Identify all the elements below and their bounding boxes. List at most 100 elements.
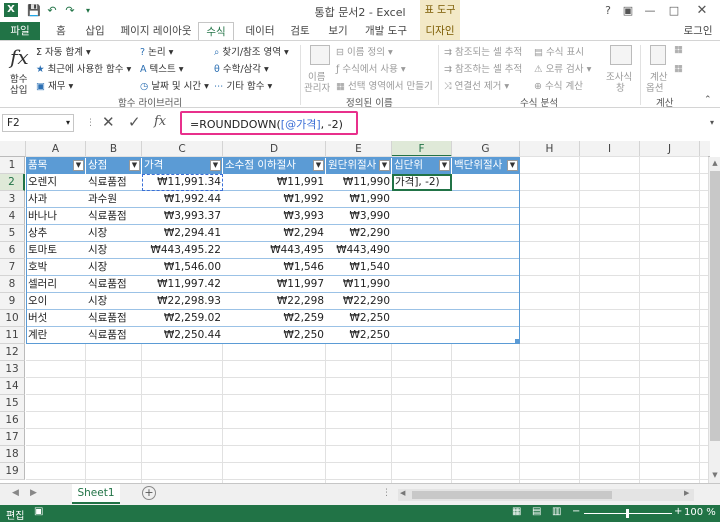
row-header[interactable]: 2 (0, 174, 25, 191)
table-cell[interactable] (392, 191, 452, 208)
tab-home[interactable]: 홈 (46, 22, 76, 40)
logical-button[interactable]: ? 논리 ▾ (140, 44, 173, 58)
table-cell[interactable]: 식료품점 (86, 208, 142, 225)
table-cell[interactable]: ₩22,298.93 (142, 293, 223, 310)
table-cell[interactable] (452, 293, 520, 310)
calc-options-label-2[interactable]: 옵션 (646, 80, 663, 94)
scroll-left-icon[interactable]: ◀ (400, 489, 405, 497)
column-header-k[interactable] (700, 141, 710, 157)
tab-data[interactable]: 데이터 (240, 22, 280, 40)
table-cell[interactable] (392, 242, 452, 259)
column-header-d[interactable]: D (223, 141, 326, 157)
zoom-in-icon[interactable]: + (674, 506, 682, 517)
table-cell[interactable]: 시장 (86, 242, 142, 259)
insert-function-fx-icon[interactable]: fx (154, 114, 166, 129)
filter-dropdown-icon[interactable]: ▼ (210, 160, 221, 171)
table-cell[interactable] (452, 191, 520, 208)
table-cell[interactable]: 식료품점 (86, 310, 142, 327)
table-cell[interactable] (452, 208, 520, 225)
table-cell[interactable] (452, 310, 520, 327)
row-header[interactable]: 3 (0, 191, 25, 208)
table-cell[interactable]: ₩11,997 (223, 276, 326, 293)
remove-arrows-button[interactable]: ⤨ 연결선 제거 ▾ (444, 78, 509, 92)
add-sheet-icon[interactable]: + (142, 486, 156, 500)
select-all-corner[interactable] (0, 141, 26, 157)
table-cell[interactable]: ₩2,294 (223, 225, 326, 242)
filter-dropdown-icon[interactable]: ▼ (313, 160, 324, 171)
collapse-ribbon-icon[interactable]: ⌃ (704, 95, 712, 105)
calculator-icon[interactable] (650, 45, 666, 65)
trace-precedents-button[interactable]: ⇉ 참조되는 셀 추적 (444, 44, 522, 58)
column-header-i[interactable]: I (580, 141, 640, 157)
table-cell[interactable]: ₩11,997.42 (142, 276, 223, 293)
table-cell[interactable] (392, 208, 452, 225)
scroll-up-icon[interactable]: ▲ (710, 159, 720, 167)
horizontal-scrollbar[interactable]: ◀ ▶ (398, 489, 694, 501)
row-header[interactable]: 14 (0, 378, 25, 395)
table-cell[interactable] (452, 259, 520, 276)
row-header[interactable]: 11 (0, 327, 25, 344)
row-header[interactable]: 19 (0, 463, 25, 480)
table-header-cell[interactable]: 소수점 이하절사 ▼ (223, 157, 326, 174)
evaluate-formula-button[interactable]: ⊕ 수식 계산 (534, 78, 583, 92)
enter-icon[interactable]: ✓ (128, 113, 141, 131)
filter-dropdown-icon[interactable]: ▼ (507, 160, 518, 171)
table-cell[interactable]: 과수원 (86, 191, 142, 208)
tab-page-layout[interactable]: 페이지 레이아웃 (116, 22, 196, 40)
table-header-cell[interactable]: 상점 ▼ (86, 157, 142, 174)
row-header[interactable]: 8 (0, 276, 25, 293)
text-button[interactable]: A 텍스트 ▾ (140, 61, 184, 75)
column-header-h[interactable]: H (520, 141, 580, 157)
recent-functions-button[interactable]: ★ 최근에 사용한 함수 ▾ (36, 61, 131, 75)
watch-window-label-2[interactable]: 창 (616, 80, 625, 94)
table-cell[interactable]: 상추 (26, 225, 86, 242)
tab-developer[interactable]: 개발 도구 (360, 22, 412, 40)
row-header[interactable]: 4 (0, 208, 25, 225)
sheet-options-icon[interactable]: ⋮ (382, 488, 391, 498)
lookup-button[interactable]: ⌕ 찾기/참조 영역 ▾ (214, 44, 289, 58)
table-cell[interactable]: 사과 (26, 191, 86, 208)
macro-record-icon[interactable]: ▣ (34, 506, 43, 517)
table-header-cell[interactable]: 십단위 ▼ (392, 157, 452, 174)
show-formulas-button[interactable]: ▤ 수식 표시 (534, 44, 584, 58)
row-header[interactable]: 13 (0, 361, 25, 378)
filter-dropdown-icon[interactable]: ▼ (379, 160, 390, 171)
table-cell[interactable]: 토마토 (26, 242, 86, 259)
table-cell[interactable]: 계란 (26, 327, 86, 344)
table-cell[interactable]: 식료품점 (86, 276, 142, 293)
table-header-cell[interactable]: 원단위절사 ▼ (326, 157, 392, 174)
table-cell[interactable]: ₩443,495.22 (142, 242, 223, 259)
next-sheet-icon[interactable]: ▶ (30, 488, 37, 498)
row-header[interactable]: 7 (0, 259, 25, 276)
table-cell[interactable]: ₩22,298 (223, 293, 326, 310)
tab-insert[interactable]: 삽입 (80, 22, 110, 40)
table-cell[interactable]: 시장 (86, 225, 142, 242)
filter-dropdown-icon[interactable]: ▼ (129, 160, 140, 171)
table-cell[interactable] (452, 225, 520, 242)
scroll-right-icon[interactable]: ▶ (684, 489, 689, 497)
table-cell[interactable]: ₩11,991 (223, 174, 326, 191)
table-cell[interactable]: 식료품점 (86, 327, 142, 344)
table-cell[interactable] (452, 242, 520, 259)
table-header-cell[interactable]: 품목 ▼ (26, 157, 86, 174)
watch-window-icon[interactable] (610, 45, 632, 65)
table-cell[interactable]: ₩1,546 (223, 259, 326, 276)
row-header[interactable]: 17 (0, 429, 25, 446)
column-header-j[interactable]: J (640, 141, 700, 157)
name-manager-label-2[interactable]: 관리자 (304, 80, 330, 94)
table-cell[interactable]: 호박 (26, 259, 86, 276)
row-header[interactable]: 5 (0, 225, 25, 242)
sheet-tab-sheet1[interactable]: Sheet1 (72, 484, 120, 504)
column-header-b[interactable]: B (86, 141, 142, 157)
column-header-f[interactable]: F (392, 141, 452, 157)
table-cell[interactable] (392, 327, 452, 344)
table-cell[interactable]: ₩2,250 (223, 327, 326, 344)
table-cell[interactable] (392, 293, 452, 310)
financial-button[interactable]: ▣ 재무 ▾ (36, 78, 73, 92)
table-cell[interactable]: ₩2,250 (326, 327, 392, 344)
table-cell[interactable]: 시장 (86, 259, 142, 276)
table-header-cell[interactable]: 가격 ▼ (142, 157, 223, 174)
maximize-icon[interactable]: □ (666, 3, 682, 19)
scroll-down-icon[interactable]: ▼ (710, 471, 720, 479)
table-cell[interactable]: 오렌지 (26, 174, 86, 191)
